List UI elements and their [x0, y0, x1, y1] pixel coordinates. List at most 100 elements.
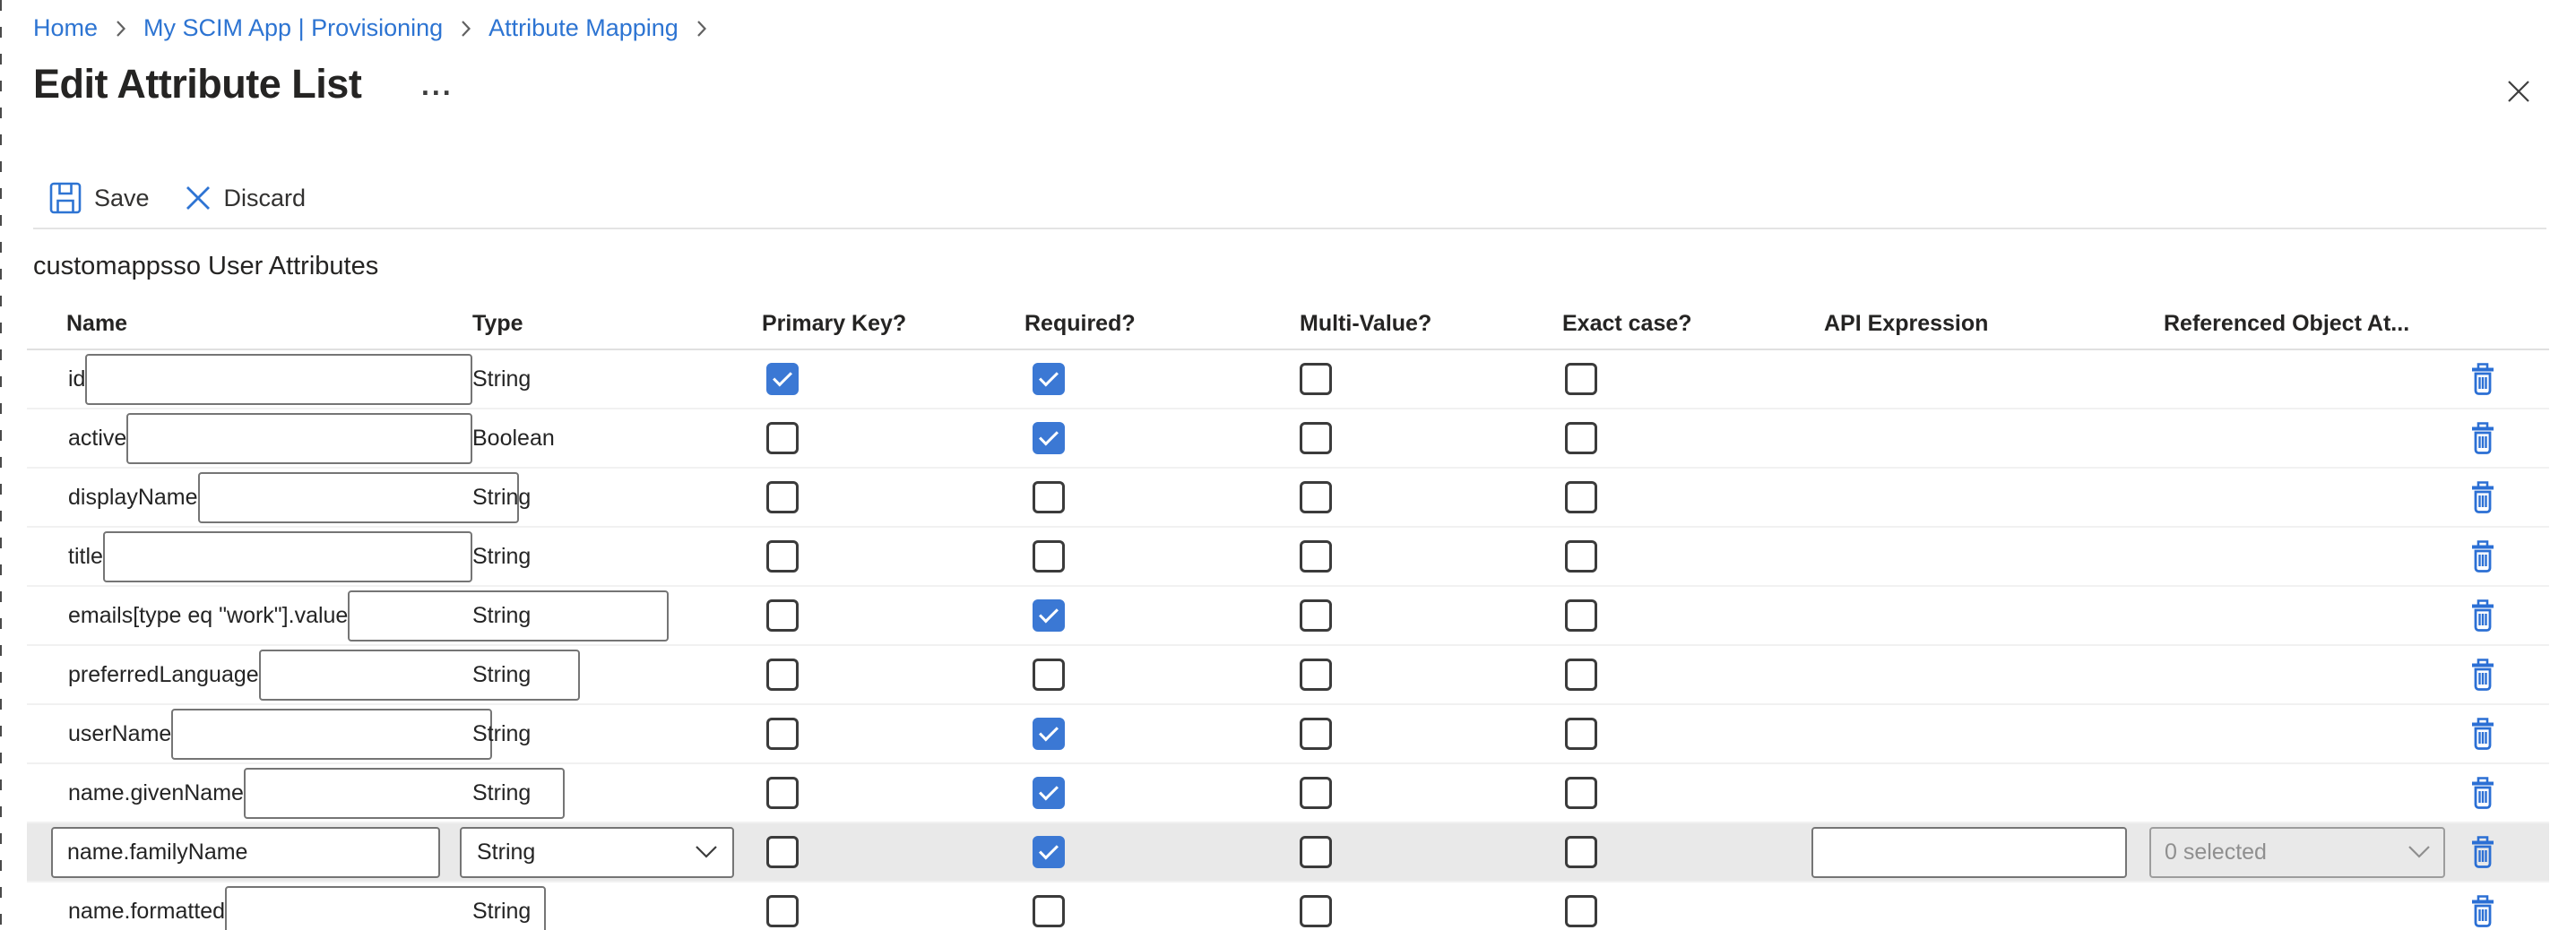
exact-case-checkbox[interactable]	[1565, 422, 1597, 454]
section-heading: customappsso User Attributes	[33, 252, 378, 281]
exact-case-checkbox[interactable]	[1565, 836, 1597, 868]
attribute-table: Name Type Primary Key? Required? Multi-V…	[27, 298, 2549, 930]
breadcrumb-attribute-mapping[interactable]: Attribute Mapping	[488, 14, 679, 42]
attribute-name: active	[68, 426, 126, 452]
multi-value-checkbox[interactable]	[1300, 777, 1332, 809]
attribute-name-input[interactable]	[103, 531, 472, 582]
primary-key-checkbox[interactable]	[766, 599, 799, 632]
multi-value-checkbox[interactable]	[1300, 895, 1332, 927]
required-checkbox[interactable]	[1033, 836, 1065, 868]
primary-key-checkbox[interactable]	[766, 718, 799, 750]
primary-key-checkbox[interactable]	[766, 540, 799, 573]
exact-case-checkbox[interactable]	[1565, 659, 1597, 691]
trash-icon	[2467, 538, 2499, 574]
table-row: preferredLanguage String	[27, 646, 2549, 705]
attribute-type: String	[472, 603, 531, 629]
save-button[interactable]: Save	[48, 181, 150, 215]
exact-case-checkbox[interactable]	[1565, 363, 1597, 395]
delete-attribute-button[interactable]	[2467, 893, 2499, 929]
required-checkbox[interactable]	[1033, 659, 1065, 691]
table-header-row: Name Type Primary Key? Required? Multi-V…	[27, 298, 2549, 350]
primary-key-checkbox[interactable]	[766, 363, 799, 395]
delete-attribute-button[interactable]	[2467, 598, 2499, 633]
multi-value-checkbox[interactable]	[1300, 836, 1332, 868]
required-checkbox[interactable]	[1033, 422, 1065, 454]
multi-value-checkbox[interactable]	[1300, 599, 1332, 632]
attribute-name-input[interactable]	[171, 709, 492, 760]
chevron-right-icon	[114, 17, 127, 40]
exact-case-checkbox[interactable]	[1565, 599, 1597, 632]
required-checkbox[interactable]	[1033, 363, 1065, 395]
table-row: name.formatted String	[27, 883, 2549, 930]
exact-case-checkbox[interactable]	[1565, 718, 1597, 750]
table-row: name.givenName String	[27, 764, 2549, 823]
save-label: Save	[94, 185, 150, 212]
column-header-primary-key: Primary Key?	[762, 311, 1023, 337]
delete-attribute-button[interactable]	[2467, 657, 2499, 693]
multi-value-checkbox[interactable]	[1300, 540, 1332, 573]
primary-key-checkbox[interactable]	[766, 895, 799, 927]
delete-attribute-button[interactable]	[2467, 716, 2499, 752]
dismiss-x-icon	[184, 184, 212, 212]
table-row: id String	[27, 350, 2549, 409]
referenced-object-select[interactable]: 0 selected	[2149, 827, 2445, 878]
primary-key-checkbox[interactable]	[766, 777, 799, 809]
discard-button[interactable]: Discard	[184, 184, 307, 212]
discard-label: Discard	[224, 185, 307, 212]
attribute-name-input[interactable]	[85, 354, 472, 405]
delete-attribute-button[interactable]	[2467, 479, 2499, 515]
attribute-type: String	[472, 485, 531, 511]
exact-case-checkbox[interactable]	[1565, 481, 1597, 513]
chevron-down-icon	[695, 845, 718, 859]
chevron-down-icon	[2407, 845, 2431, 859]
required-checkbox[interactable]	[1033, 481, 1065, 513]
save-floppy-icon	[48, 181, 82, 215]
trash-icon	[2467, 657, 2499, 693]
exact-case-checkbox[interactable]	[1565, 895, 1597, 927]
exact-case-checkbox[interactable]	[1565, 777, 1597, 809]
attribute-name-input[interactable]	[198, 472, 519, 523]
delete-attribute-button[interactable]	[2467, 834, 2499, 870]
multi-value-checkbox[interactable]	[1300, 718, 1332, 750]
required-checkbox[interactable]	[1033, 599, 1065, 632]
required-checkbox[interactable]	[1033, 718, 1065, 750]
required-checkbox[interactable]	[1033, 895, 1065, 927]
delete-attribute-button[interactable]	[2467, 420, 2499, 456]
primary-key-checkbox[interactable]	[766, 422, 799, 454]
delete-attribute-button[interactable]	[2467, 775, 2499, 811]
close-icon[interactable]	[2501, 73, 2537, 109]
required-checkbox[interactable]	[1033, 540, 1065, 573]
attribute-type: String	[472, 721, 531, 747]
primary-key-checkbox[interactable]	[766, 836, 799, 868]
attribute-type-select[interactable]: String	[460, 827, 734, 878]
edit-attribute-list-blade: Home My SCIM App | Provisioning Attribut…	[0, 0, 2576, 930]
multi-value-checkbox[interactable]	[1300, 363, 1332, 395]
table-row: displayName String	[27, 469, 2549, 528]
multi-value-checkbox[interactable]	[1300, 659, 1332, 691]
multi-value-checkbox[interactable]	[1300, 481, 1332, 513]
primary-key-checkbox[interactable]	[766, 659, 799, 691]
breadcrumb-provisioning[interactable]: My SCIM App | Provisioning	[143, 14, 443, 42]
primary-key-checkbox[interactable]	[766, 481, 799, 513]
attribute-name: preferredLanguage	[68, 662, 259, 688]
api-expression-input[interactable]	[1811, 827, 2127, 878]
column-header-exact-case: Exact case?	[1562, 311, 1822, 337]
table-row: userName String	[27, 705, 2549, 764]
trash-icon	[2467, 361, 2499, 397]
delete-attribute-button[interactable]	[2467, 538, 2499, 574]
multi-value-checkbox[interactable]	[1300, 422, 1332, 454]
command-bar: Save Discard	[48, 179, 306, 217]
trash-icon	[2467, 420, 2499, 456]
column-header-required: Required?	[1023, 311, 1300, 337]
required-checkbox[interactable]	[1033, 777, 1065, 809]
attribute-name: userName	[68, 721, 171, 747]
attribute-name-input[interactable]	[51, 827, 440, 878]
attribute-name: displayName	[68, 485, 198, 511]
column-header-multi-value: Multi-Value?	[1300, 311, 1562, 337]
breadcrumb-home[interactable]: Home	[33, 14, 98, 42]
attribute-name-input[interactable]	[126, 413, 472, 464]
exact-case-checkbox[interactable]	[1565, 540, 1597, 573]
chevron-right-icon	[459, 17, 472, 40]
delete-attribute-button[interactable]	[2467, 361, 2499, 397]
more-menu-button[interactable]: ...	[416, 70, 459, 100]
